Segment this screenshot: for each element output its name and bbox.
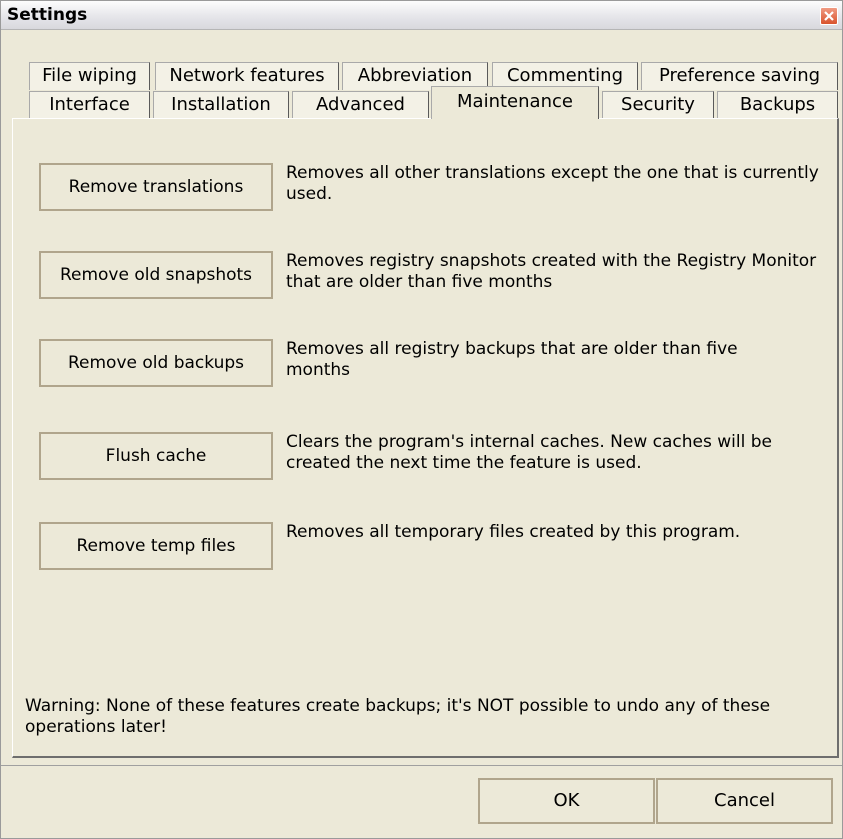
cancel-button[interactable]: Cancel (656, 778, 833, 824)
tab-security[interactable]: Security (602, 91, 714, 119)
tab-file-wiping[interactable]: File wiping (29, 62, 150, 90)
close-icon (824, 11, 834, 21)
settings-window: Settings File wiping Network features Ab… (0, 0, 843, 839)
remove-temp-files-description: Removes all temporary files created by t… (286, 522, 741, 542)
flush-cache-description: Clears the program's internal caches. Ne… (286, 432, 772, 473)
remove-translations-button[interactable]: Remove translations (39, 163, 273, 211)
remove-old-snapshots-button[interactable]: Remove old snapshots (39, 251, 273, 299)
tab-backups[interactable]: Backups (717, 91, 838, 119)
close-button[interactable] (820, 7, 838, 25)
flush-cache-button[interactable]: Flush cache (39, 432, 273, 480)
remove-old-backups-description: Removes all registry backups that are ol… (286, 339, 738, 380)
tab-advanced[interactable]: Advanced (292, 91, 429, 119)
window-title: Settings (7, 5, 88, 25)
tab-maintenance[interactable]: Maintenance (431, 86, 599, 119)
tab-preference-saving[interactable]: Preference saving (641, 62, 838, 90)
remove-old-snapshots-description: Removes registry snapshots created with … (286, 251, 817, 292)
tab-installation[interactable]: Installation (153, 91, 289, 119)
tab-network-features[interactable]: Network features (155, 62, 339, 90)
remove-translations-description: Removes all other translations except th… (286, 163, 819, 204)
tab-interface[interactable]: Interface (29, 91, 150, 119)
remove-temp-files-button[interactable]: Remove temp files (39, 522, 273, 570)
title-bar[interactable]: Settings (1, 1, 842, 30)
remove-old-backups-button[interactable]: Remove old backups (39, 339, 273, 387)
ok-button[interactable]: OK (478, 778, 655, 824)
warning-text: Warning: None of these features create b… (25, 696, 771, 737)
